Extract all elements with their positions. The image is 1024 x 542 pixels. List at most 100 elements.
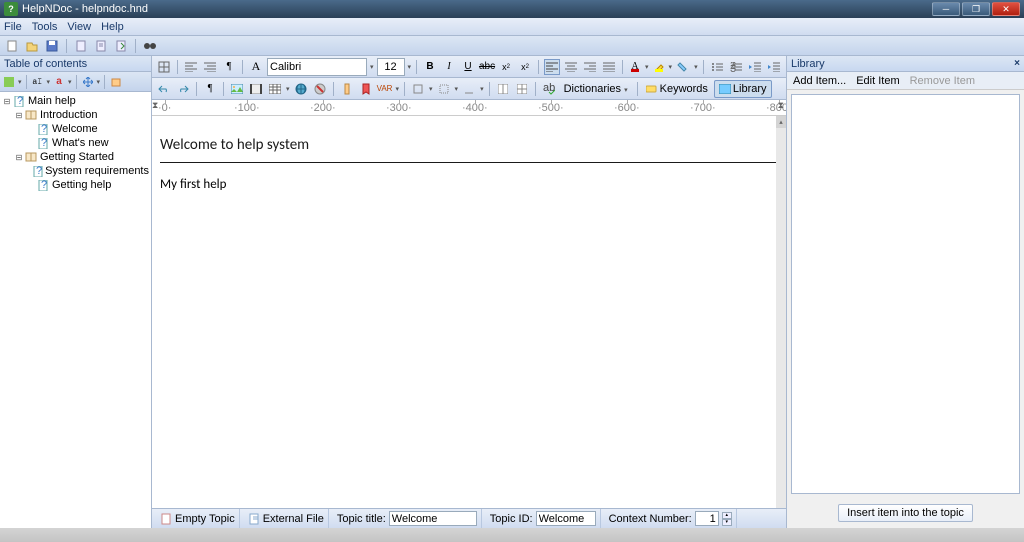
align-right-icon[interactable] [582,59,598,75]
toc-move-icon[interactable] [81,75,95,89]
font-style-icon[interactable]: A [248,59,264,75]
menu-help[interactable]: Help [101,21,124,33]
library-list[interactable] [791,94,1020,494]
minimize-button[interactable]: ─ [932,2,960,16]
outdent-icon[interactable] [747,59,763,75]
toc-tree[interactable]: ⊟?Main help⊟Introduction?Welcome?What's … [0,92,151,528]
tree-node[interactable]: ?What's new [2,136,149,150]
keywords-button[interactable]: Keywords [643,83,711,95]
border1-icon[interactable] [410,81,426,97]
page1-button[interactable] [73,38,89,54]
paragraph-icon[interactable]: ¶ [221,59,237,75]
save-button[interactable] [44,38,60,54]
close-button[interactable]: ✕ [992,2,1020,16]
doc-heading[interactable]: Welcome to help system [160,136,776,154]
external-file-toggle[interactable]: External File [244,509,329,528]
library-remove-item: Remove Item [910,75,975,87]
tree-node[interactable]: ⊟Introduction [2,108,149,122]
tree-expander-icon[interactable]: ⊟ [14,153,24,162]
ruler[interactable]: ⧗ ·0··100··200··300··400··500··600··700·… [152,100,786,116]
number-list-icon[interactable]: 123 [728,59,744,75]
ruler-right-margin-icon[interactable]: ⧗ [778,100,784,111]
library-close-icon[interactable]: × [1014,58,1020,69]
library-add-item[interactable]: Add Item... [793,75,846,87]
vertical-scrollbar[interactable]: ▴ [776,116,786,508]
scroll-up-icon[interactable]: ▴ [776,116,786,128]
superscript-button[interactable]: x2 [517,59,533,75]
binoculars-icon[interactable] [142,38,158,54]
font-dropdown-icon[interactable]: ▾ [370,63,374,71]
menu-tools[interactable]: Tools [32,21,58,33]
maximize-button[interactable]: ❐ [962,2,990,16]
bold-button[interactable]: B [422,59,438,75]
context-down-icon[interactable]: ▾ [722,519,732,526]
align-left2-icon[interactable] [544,59,560,75]
insert-table-icon[interactable] [267,81,283,97]
anchor-icon[interactable] [339,81,355,97]
redo-icon[interactable] [175,81,191,97]
library-insert-button[interactable]: Insert item into the topic [838,504,973,522]
align-center-icon[interactable] [563,59,579,75]
indent-icon[interactable] [766,59,782,75]
toc-rename-icon[interactable]: a𝙸 [31,75,45,89]
bullet-list-icon[interactable] [709,59,725,75]
subscript-button[interactable]: x2 [498,59,514,75]
tree-expander-icon[interactable]: ⊟ [2,97,12,106]
export-button[interactable] [113,38,129,54]
context-number-input[interactable] [695,511,719,526]
grid1-icon[interactable] [495,81,511,97]
align-indent-icon[interactable] [202,59,218,75]
strikethrough-button[interactable]: abc [479,59,495,75]
svg-text:?: ? [41,180,47,191]
empty-topic-toggle[interactable]: Empty Topic [156,509,240,528]
tree-node[interactable]: ?System requirements [2,164,149,178]
menu-file[interactable]: File [4,21,22,33]
grid2-icon[interactable] [514,81,530,97]
italic-button[interactable]: I [441,59,457,75]
toc-props-icon[interactable] [109,75,123,89]
doc-body[interactable]: My first help [160,177,776,192]
page2-button[interactable] [93,38,109,54]
toc-style-icon[interactable] [2,75,16,89]
align-left-icon[interactable] [183,59,199,75]
insert-link-icon[interactable] [293,81,309,97]
tree-node[interactable]: ⊟?Main help [2,94,149,108]
topic-id-input[interactable] [536,511,596,526]
library-toggle-button[interactable]: Library [714,80,772,98]
dictionaries-dropdown[interactable]: Dictionaries ▾ [560,83,632,95]
insert-movie-icon[interactable] [248,81,264,97]
size-dropdown-icon[interactable]: ▾ [408,63,412,71]
tree-node[interactable]: ?Welcome [2,122,149,136]
document-editor[interactable]: Welcome to help system My first help ▴ [152,116,786,508]
table-icon[interactable] [156,59,172,75]
border2-icon[interactable] [436,81,452,97]
tree-label: What's new [52,137,109,149]
tree-node[interactable]: ⊟Getting Started [2,150,149,164]
underline-button[interactable]: U [460,59,476,75]
font-name-input[interactable] [267,58,367,76]
bg-color-button[interactable] [675,59,691,75]
highlight-color-button[interactable] [652,60,666,74]
border3-icon[interactable] [461,81,477,97]
variable-icon[interactable]: VAR [377,81,393,97]
open-button[interactable] [24,38,40,54]
menu-view[interactable]: View [67,21,91,33]
paragraph2-icon[interactable]: ¶ [202,81,218,97]
ruler-tick: ·200· [310,102,336,114]
context-up-icon[interactable]: ▴ [722,512,732,519]
font-color-button[interactable]: A [628,60,642,74]
bookmark-icon[interactable] [358,81,374,97]
align-justify-icon[interactable] [601,59,617,75]
new-button[interactable] [4,38,20,54]
tree-expander-icon[interactable]: ⊟ [14,111,24,120]
tree-node[interactable]: ?Getting help [2,178,149,192]
spellcheck-icon[interactable]: ab [541,81,557,97]
library-edit-item[interactable]: Edit Item [856,75,899,87]
insert-image-icon[interactable] [229,81,245,97]
undo-icon[interactable] [156,81,172,97]
topic-title-input[interactable] [389,511,477,526]
remove-link-icon[interactable] [312,81,328,97]
file-toolbar [0,36,1024,56]
toc-delete-icon[interactable]: a [52,75,66,89]
font-size-input[interactable] [377,58,405,76]
